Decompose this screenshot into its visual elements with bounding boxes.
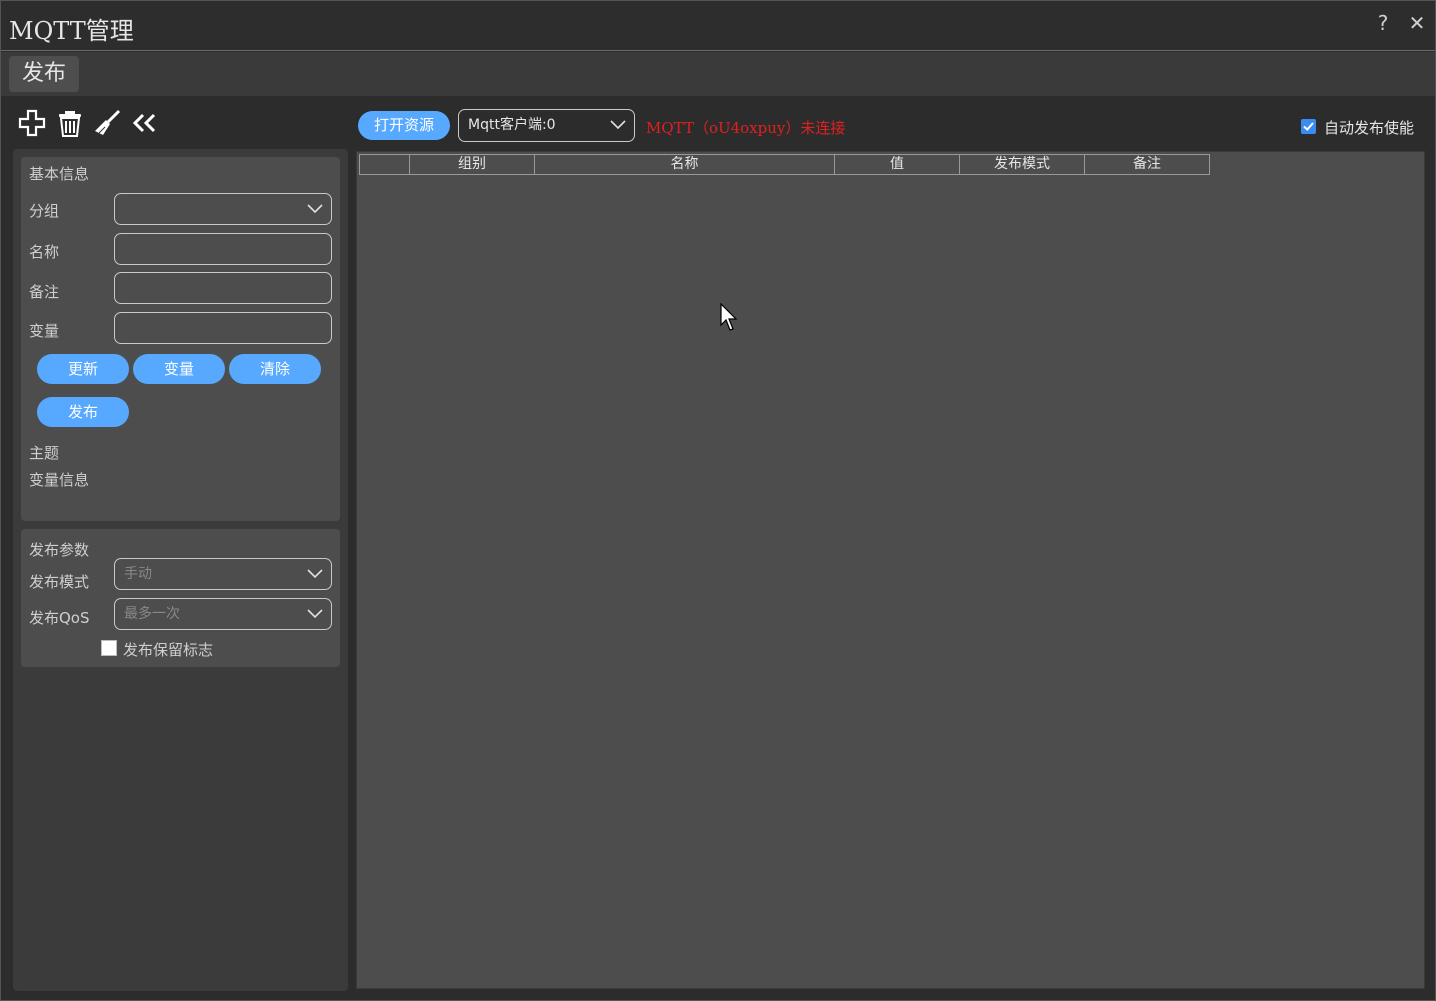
connection-status: MQTT（oU4oxpuy）未连接 <box>646 119 846 137</box>
variable-button[interactable]: 变量 <box>133 354 225 384</box>
column-header-index[interactable] <box>360 155 410 174</box>
table-header: 组别 名称 值 发布模式 备注 <box>359 154 1210 175</box>
column-header-remark[interactable]: 备注 <box>1085 155 1209 174</box>
mqtt-client-value: Mqtt客户端:0 <box>468 117 556 133</box>
chevron-down-icon <box>307 569 323 579</box>
remark-label: 备注 <box>29 283 60 301</box>
publish-qos-value: 最多一次 <box>124 606 180 622</box>
retain-flag-checkbox[interactable] <box>101 640 117 656</box>
auto-publish-label: 自动发布使能 <box>1324 119 1415 137</box>
name-label: 名称 <box>29 243 60 261</box>
clear-button[interactable]: 清除 <box>229 354 321 384</box>
publish-params-group: 发布参数 发布模式 手动 发布QoS 最多一次 发布保留标志 <box>21 529 340 667</box>
title-bar: MQTT管理 ? ✕ <box>1 1 1435 51</box>
open-resource-button[interactable]: 打开资源 <box>358 111 450 140</box>
column-header-publish-mode[interactable]: 发布模式 <box>960 155 1085 174</box>
publish-mode-select[interactable]: 手动 <box>114 558 332 590</box>
delete-icon[interactable] <box>56 109 84 137</box>
update-button[interactable]: 更新 <box>37 354 129 384</box>
publish-qos-label: 发布QoS <box>29 609 90 627</box>
column-header-name[interactable]: 名称 <box>535 155 835 174</box>
chevron-down-icon <box>307 204 323 214</box>
name-input[interactable] <box>114 233 332 265</box>
variable-label: 变量 <box>29 322 60 340</box>
group-select[interactable] <box>114 193 332 225</box>
column-header-group[interactable]: 组别 <box>410 155 535 174</box>
variable-info-label: 变量信息 <box>29 471 90 489</box>
add-icon[interactable] <box>18 109 46 137</box>
mqtt-manager-window: MQTT管理 ? ✕ 发布 基本信息 分组 名称 备注 变量 更新 变量 清除 … <box>0 0 1436 1001</box>
variable-input[interactable] <box>114 312 332 344</box>
close-button[interactable]: ✕ <box>1405 11 1429 35</box>
collapse-icon[interactable] <box>131 109 159 137</box>
chevron-down-icon <box>610 120 626 130</box>
chevron-down-icon <box>307 609 323 619</box>
auto-publish-checkbox[interactable] <box>1301 119 1316 134</box>
broom-clear-icon[interactable] <box>93 109 121 137</box>
left-panel: 基本信息 分组 名称 备注 变量 更新 变量 清除 发布 主题 变量信息 发布参… <box>13 149 348 991</box>
tab-strip: 发布 <box>1 52 1435 96</box>
publish-mode-label: 发布模式 <box>29 573 90 591</box>
window-title: MQTT管理 <box>9 17 134 45</box>
topic-label: 主题 <box>29 444 60 462</box>
mqtt-client-select[interactable]: Mqtt客户端:0 <box>458 109 635 142</box>
group-label: 分组 <box>29 202 60 220</box>
help-button[interactable]: ? <box>1371 11 1395 35</box>
basic-info-title: 基本信息 <box>29 165 90 183</box>
publish-qos-select[interactable]: 最多一次 <box>114 598 332 630</box>
publish-button[interactable]: 发布 <box>37 397 129 427</box>
publish-mode-value: 手动 <box>124 566 152 582</box>
mouse-cursor-icon <box>720 303 738 331</box>
publish-params-title: 发布参数 <box>29 541 90 559</box>
basic-info-group: 基本信息 分组 名称 备注 变量 更新 变量 清除 发布 主题 变量信息 <box>21 157 340 521</box>
retain-flag-label: 发布保留标志 <box>123 641 214 659</box>
checkmark-icon <box>1303 122 1314 131</box>
remark-input[interactable] <box>114 272 332 304</box>
tab-publish[interactable]: 发布 <box>9 56 79 92</box>
publish-table[interactable]: 组别 名称 值 发布模式 备注 <box>356 151 1425 989</box>
column-header-value[interactable]: 值 <box>835 155 960 174</box>
